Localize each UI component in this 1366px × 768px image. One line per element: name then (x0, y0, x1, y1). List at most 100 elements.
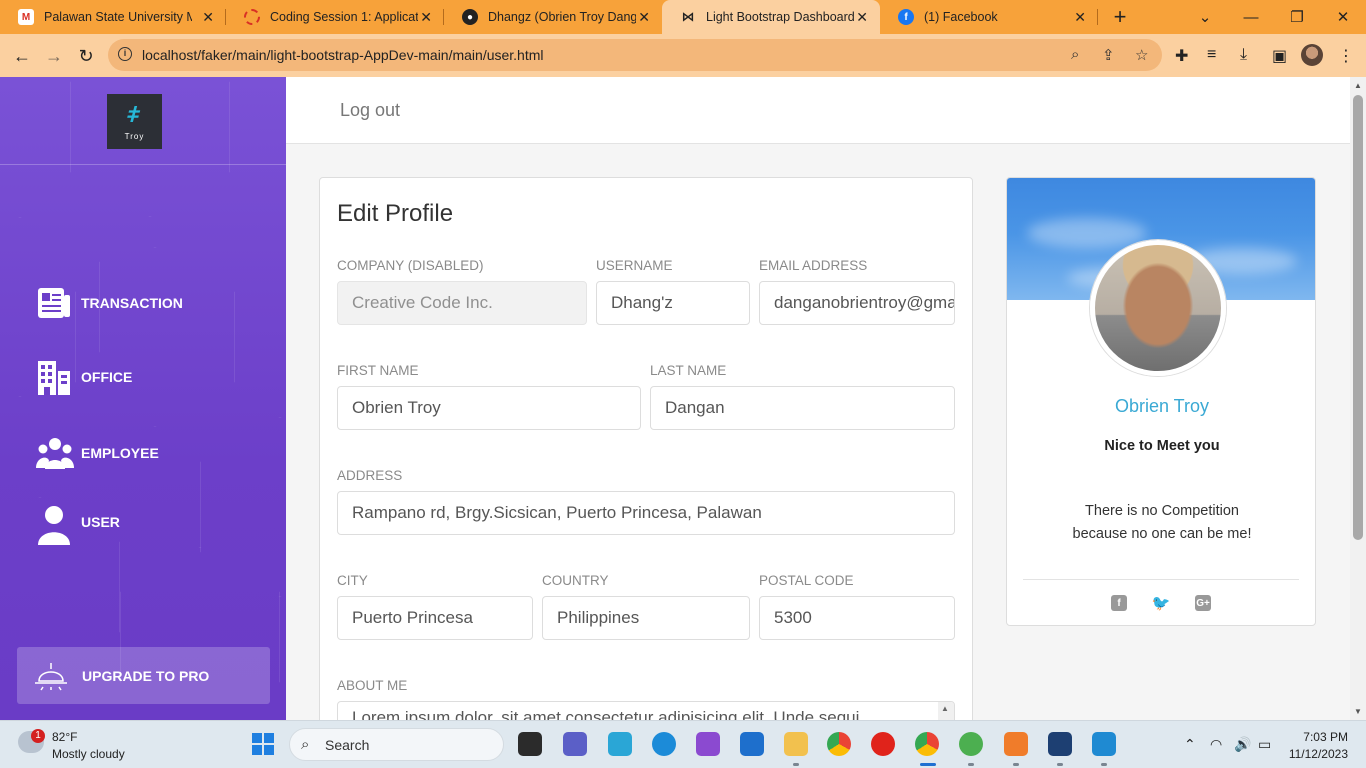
teams-chat-icon[interactable] (563, 732, 587, 756)
forward-icon[interactable]: → (41, 43, 67, 69)
document-icon (36, 285, 72, 321)
github-icon: ● (462, 9, 478, 25)
logo[interactable]: ǂ Troy (107, 94, 162, 149)
browser-tab[interactable]: ● Dhangz (Obrien Troy Dangan ✕ (444, 0, 662, 34)
share-icon[interactable]: ⇪ (1102, 46, 1115, 64)
url-text[interactable]: localhost/faker/main/light-bootstrap-App… (142, 47, 544, 63)
sql-workbench-icon[interactable] (1048, 732, 1072, 756)
wifi-icon[interactable]: ◠ (1210, 736, 1222, 753)
back-icon[interactable]: ← (9, 43, 35, 69)
sidebar-item-employee[interactable]: EMPLOYEE (36, 435, 159, 471)
volume-icon[interactable]: 🔊 (1234, 736, 1251, 753)
sidebar-header: ǂ Troy (0, 77, 286, 165)
about-me-label: About Me (337, 678, 408, 693)
country-field[interactable]: Philippines (542, 596, 750, 640)
media-control-icon[interactable]: ≡ (1207, 46, 1216, 64)
browser-tab[interactable]: M Palawan State University Ma ✕ (0, 0, 226, 34)
battery-icon[interactable]: ▭ (1258, 736, 1271, 753)
utorrent-icon[interactable] (959, 732, 983, 756)
close-tab-icon[interactable]: ✕ (638, 9, 650, 26)
close-tab-icon[interactable]: ✕ (420, 9, 432, 26)
browser-toolbar: ← → ↻ i localhost/faker/main/light-boots… (0, 34, 1366, 77)
scrollbar-thumb[interactable] (1353, 95, 1363, 540)
sidebar-item-user[interactable]: USER (36, 504, 120, 545)
gmail-icon: M (18, 9, 34, 25)
last-name-field[interactable]: Dangan (650, 386, 955, 430)
windows-start-icon[interactable] (252, 733, 274, 755)
scroll-down-icon[interactable]: ▼ (1354, 707, 1362, 716)
city-label: City (337, 573, 368, 588)
user-name-link[interactable]: Obrien Troy (1007, 396, 1315, 417)
postal-code-field[interactable]: 5300 (759, 596, 955, 640)
tray-chevron-icon[interactable]: ⌃ (1184, 736, 1196, 753)
bootstrap-icon: ⋈ (681, 9, 695, 24)
upgrade-to-pro-button[interactable]: UPGRADE TO PRO (17, 647, 270, 704)
vscode-icon[interactable] (1092, 732, 1116, 756)
close-tab-icon[interactable]: ✕ (202, 9, 214, 26)
chrome-profile-icon[interactable] (915, 732, 939, 756)
temperature[interactable]: 82°F (52, 730, 77, 744)
xampp-icon[interactable] (1004, 732, 1028, 756)
user-profile-card: Obrien Troy Nice to Meet you There is no… (1006, 177, 1316, 626)
file-explorer-icon[interactable] (784, 732, 808, 756)
profile-avatar-icon[interactable] (1301, 44, 1323, 66)
twitter-icon[interactable]: 🐦 (1152, 595, 1171, 612)
close-tab-icon[interactable]: ✕ (856, 9, 868, 26)
task-view-icon[interactable] (518, 732, 542, 756)
scroll-up-icon[interactable]: ▲ (1354, 81, 1362, 90)
clipchamp-icon[interactable] (696, 732, 720, 756)
weather-condition[interactable]: Mostly cloudy (52, 747, 125, 761)
user-icon (36, 504, 72, 545)
logo-mark-icon: ǂ (123, 102, 144, 127)
address-label: Address (337, 468, 403, 483)
system-clock[interactable]: 7:03 PM 11/12/2023 (1288, 729, 1348, 763)
sidebar-item-office[interactable]: OFFICE (36, 359, 132, 395)
edge-icon[interactable] (652, 732, 676, 756)
bookmark-star-icon[interactable]: ☆ (1135, 46, 1148, 64)
side-panel-icon[interactable]: ▣ (1272, 46, 1287, 66)
first-name-field[interactable]: Obrien Troy (337, 386, 641, 430)
address-bar[interactable]: i localhost/faker/main/light-bootstrap-A… (108, 39, 1162, 71)
download-icon[interactable]: ⤓ (1240, 46, 1247, 64)
zoom-icon[interactable]: ⌕ (1071, 46, 1079, 63)
close-tab-icon[interactable]: ✕ (1074, 9, 1086, 26)
opera-icon[interactable] (871, 732, 895, 756)
google-plus-icon[interactable]: G+ (1195, 595, 1211, 611)
top-navbar: Log out (286, 77, 1350, 144)
vivaldi-icon[interactable] (608, 732, 632, 756)
chrome-icon[interactable] (827, 732, 851, 756)
city-field[interactable]: Puerto Princesa (337, 596, 533, 640)
username-field[interactable]: Dhang'z (596, 281, 750, 325)
browser-tab-active[interactable]: ⋈ Light Bootstrap Dashboard ✕ (662, 0, 880, 34)
username-label: Username (596, 258, 673, 273)
logout-link[interactable]: Log out (340, 100, 400, 121)
facebook-icon[interactable]: f (1111, 595, 1127, 611)
browser-tab[interactable]: f (1) Facebook ✕ (880, 0, 1098, 34)
users-icon (36, 435, 74, 471)
minimize-button[interactable]: — (1228, 0, 1274, 34)
page-scrollbar[interactable]: ▲ ▼ (1350, 77, 1366, 720)
reload-icon[interactable]: ↻ (73, 43, 99, 69)
close-window-button[interactable]: ✕ (1320, 0, 1366, 34)
menu-kebab-icon[interactable]: ⋮ (1338, 46, 1354, 66)
taskbar-search[interactable]: ⌕ Search (289, 728, 504, 761)
notification-badge: 1 (31, 729, 45, 743)
company-field: Creative Code Inc. (337, 281, 587, 325)
sidebar-item-transaction[interactable]: TRANSACTION (36, 285, 183, 321)
store-icon[interactable] (740, 732, 764, 756)
user-tagline: Nice to Meet you (1104, 438, 1220, 454)
tab-search-icon[interactable]: ⌄ (1182, 0, 1228, 34)
browser-tab[interactable]: Coding Session 1: Applicatio ✕ (226, 0, 444, 34)
address-field[interactable]: Rampano rd, Brgy.Sicsican, Puerto Prince… (337, 491, 955, 535)
first-name-label: First Name (337, 363, 419, 378)
facebook-icon: f (898, 9, 914, 25)
edit-profile-card: Edit Profile Company (disabled) Creative… (319, 177, 973, 761)
last-name-label: Last Name (650, 363, 727, 378)
new-tab-button[interactable]: + (1108, 4, 1132, 30)
email-field[interactable]: danganobrientroy@gmail.com (759, 281, 955, 325)
site-info-icon[interactable]: i (118, 47, 132, 61)
restore-button[interactable]: ❐ (1274, 0, 1320, 34)
extensions-icon[interactable]: ✚ (1175, 46, 1188, 66)
sidebar-item-label: USER (81, 514, 120, 530)
session-icon (244, 9, 260, 25)
